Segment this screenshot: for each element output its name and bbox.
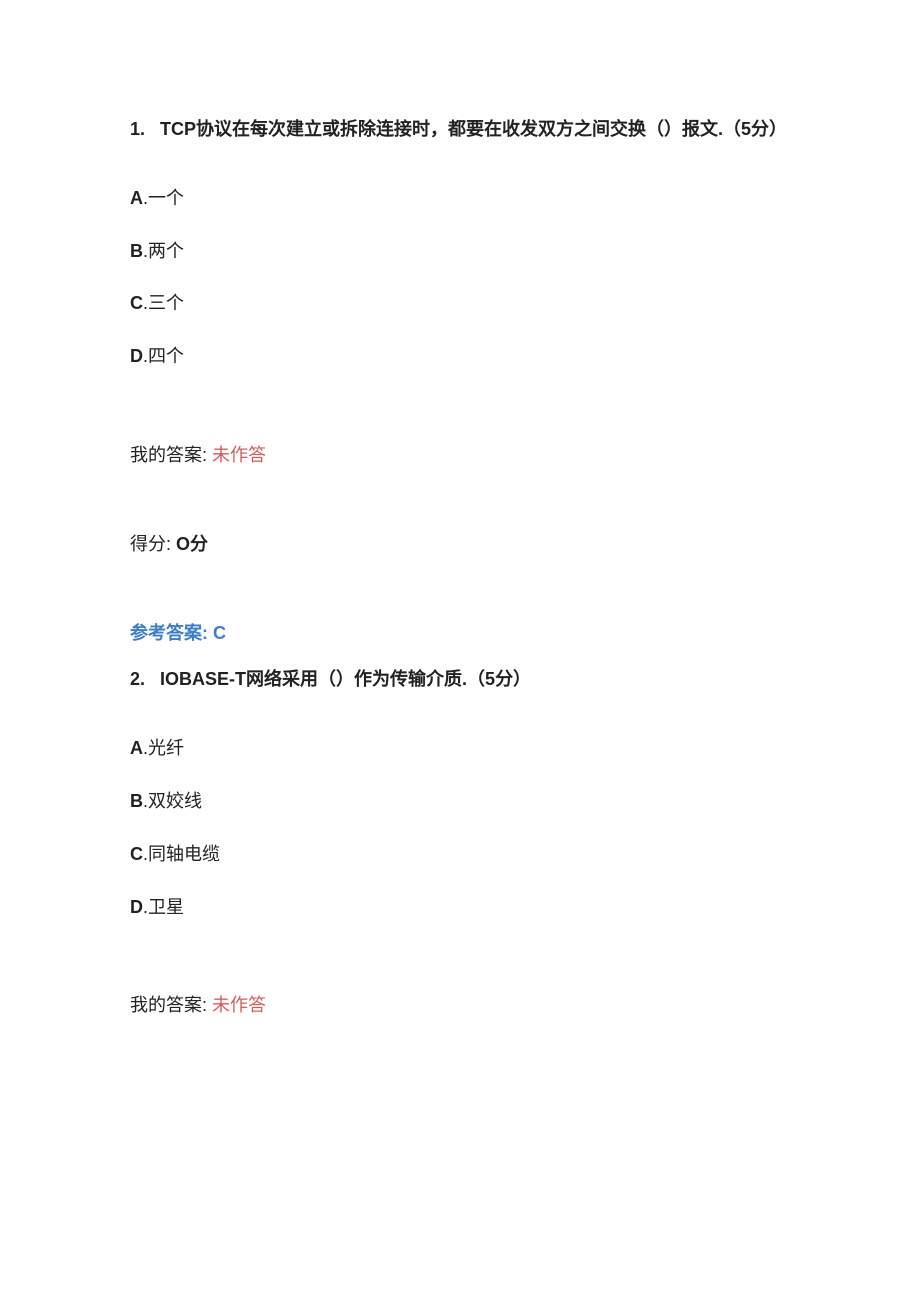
q1-reference-answer: 参考答案: C — [130, 619, 790, 648]
q2-choice-D: D.卫星 — [130, 893, 790, 922]
my-answer-value: 未作答 — [212, 995, 266, 1015]
choice-text: 两个 — [148, 241, 184, 261]
q2-choices: A.光纤 B.双姣线 C.同轴电缆 D.卫星 — [130, 734, 790, 921]
q1-prefix: TCP — [160, 119, 196, 139]
reference-value: C — [213, 623, 226, 643]
choice-letter: C — [130, 293, 143, 313]
choice-letter: B — [130, 241, 143, 261]
q2-points: 5 — [485, 669, 495, 689]
q2-choice-B: B.双姣线 — [130, 787, 790, 816]
my-answer-label: 我的答案: — [130, 995, 207, 1015]
q2-my-answer: 我的答案: 未作答 — [130, 991, 790, 1020]
choice-text: 三个 — [148, 293, 184, 313]
q1-tail: 分） — [751, 119, 787, 139]
choice-letter: D — [130, 346, 143, 366]
q2-choice-C: C.同轴电缆 — [130, 840, 790, 869]
choice-letter: D — [130, 897, 143, 917]
choice-text: 光纤 — [148, 738, 184, 758]
q1-choice-A: A.一个 — [130, 184, 790, 213]
q1-my-answer: 我的答案: 未作答 — [130, 441, 790, 470]
q2-text: 2. IOBASE-T网络采用（）作为传输介质.（5分） — [130, 665, 790, 694]
question-2: 2. IOBASE-T网络采用（）作为传输介质.（5分） A.光纤 B.双姣线 … — [130, 665, 790, 1020]
q2-rest: 网络采用（）作为传输介质.（ — [246, 669, 485, 689]
score-label: 得分: — [130, 534, 171, 554]
my-answer-label: 我的答案: — [130, 445, 207, 465]
choice-text: 双姣线 — [148, 791, 202, 811]
q1-text: 1. TCP协议在每次建立或拆除连接时，都要在收发双方之间交换（）报文.（5分） — [130, 115, 790, 144]
my-answer-value: 未作答 — [212, 445, 266, 465]
choice-text: 卫星 — [148, 897, 184, 917]
choice-text: 一个 — [148, 188, 184, 208]
choice-letter: A — [130, 188, 143, 208]
q1-choice-B: B.两个 — [130, 237, 790, 266]
question-1: 1. TCP协议在每次建立或拆除连接时，都要在收发双方之间交换（）报文.（5分）… — [130, 115, 790, 647]
q1-points: 5 — [741, 119, 751, 139]
q1-choice-D: D.四个 — [130, 342, 790, 371]
choice-letter: B — [130, 791, 143, 811]
q2-prefix: IOBASE-T — [160, 669, 246, 689]
q1-choice-C: C.三个 — [130, 289, 790, 318]
q2-tail: 分） — [495, 669, 531, 689]
q1-choices: A.一个 B.两个 C.三个 D.四个 — [130, 184, 790, 371]
q2-choice-A: A.光纤 — [130, 734, 790, 763]
q2-number: 2. — [130, 669, 145, 689]
reference-label: 参考答案: — [130, 623, 208, 643]
q1-number: 1. — [130, 119, 145, 139]
page: 1. TCP协议在每次建立或拆除连接时，都要在收发双方之间交换（）报文.（5分）… — [0, 0, 920, 1301]
choice-letter: A — [130, 738, 143, 758]
score-value: O分 — [176, 534, 208, 554]
q1-score: 得分: O分 — [130, 530, 790, 559]
q1-rest: 协议在每次建立或拆除连接时，都要在收发双方之间交换（）报文.（ — [196, 119, 741, 139]
choice-text: 同轴电缆 — [148, 844, 220, 864]
choice-text: 四个 — [148, 346, 184, 366]
choice-letter: C — [130, 844, 143, 864]
